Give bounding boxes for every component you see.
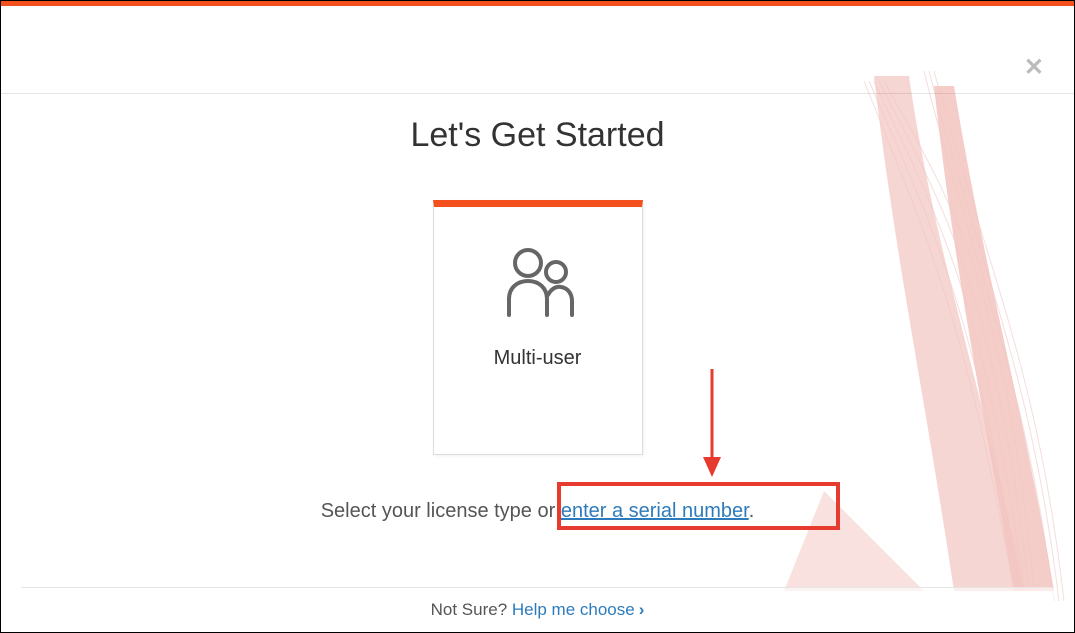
- footer: Not Sure? Help me choose›: [21, 587, 1054, 632]
- footer-question: Not Sure?: [431, 600, 512, 619]
- main-content: Let's Get Started Multi-user Select your…: [1, 1, 1074, 523]
- chevron-right-icon: ›: [639, 600, 645, 619]
- card-label: Multi-user: [434, 347, 642, 370]
- enter-serial-link[interactable]: enter a serial number: [561, 500, 749, 522]
- multiuser-icon: [434, 245, 642, 325]
- help-choose-link[interactable]: Help me choose: [512, 600, 635, 619]
- top-accent-bar: [1, 1, 1074, 6]
- license-prompt: Select your license type or enter a seri…: [1, 500, 1074, 523]
- prompt-suffix: .: [749, 500, 755, 522]
- license-card-multiuser[interactable]: Multi-user: [433, 200, 643, 455]
- prompt-prefix: Select your license type or: [321, 500, 561, 522]
- page-title: Let's Get Started: [1, 116, 1074, 155]
